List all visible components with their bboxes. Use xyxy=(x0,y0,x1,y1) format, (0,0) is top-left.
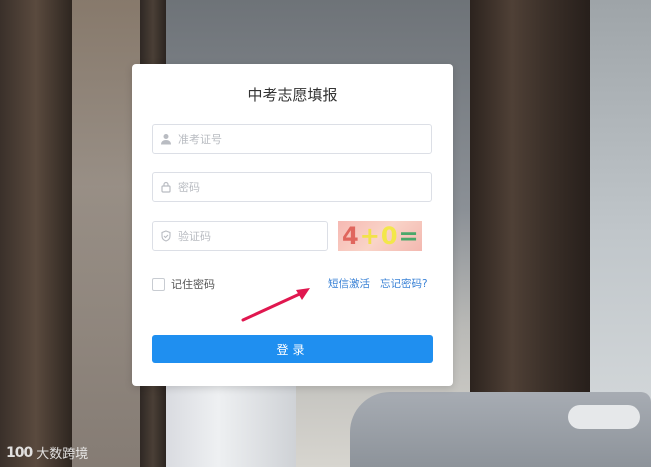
lock-icon xyxy=(156,181,176,193)
forgot-password-link[interactable]: 忘记密码? xyxy=(380,276,428,291)
watermark: 100 大数跨境 xyxy=(6,443,89,463)
captcha-char: = xyxy=(398,222,420,250)
captcha-char: 0 xyxy=(380,222,399,250)
password-field[interactable] xyxy=(152,172,432,202)
ticket-number-field[interactable] xyxy=(152,124,432,154)
remember-checkbox[interactable] xyxy=(152,277,165,291)
captcha-text: 4+0= xyxy=(342,222,420,250)
sms-activate-link[interactable]: 短信激活 xyxy=(328,276,370,291)
background-frame-left xyxy=(0,0,72,467)
annotation-arrow-icon xyxy=(241,288,310,322)
remember-label: 记住密码 xyxy=(171,278,215,291)
remember-password[interactable]: 记住密码 xyxy=(152,276,215,292)
password-input[interactable] xyxy=(176,173,431,201)
background-curtain xyxy=(166,380,296,467)
captcha-image[interactable]: 4+0= xyxy=(338,221,422,251)
ticket-number-input[interactable] xyxy=(176,125,431,153)
auth-links: 短信激活 忘记密码? xyxy=(328,276,428,291)
captcha-field[interactable] xyxy=(152,221,328,251)
watermark-text: 大数跨境 xyxy=(36,447,89,462)
captcha-input[interactable] xyxy=(176,222,327,250)
watermark-logo: 100 xyxy=(6,444,33,461)
captcha-char: 4 xyxy=(342,222,360,250)
background-bench-handle xyxy=(568,405,640,429)
background-window xyxy=(72,0,140,467)
user-icon xyxy=(156,133,176,145)
login-button[interactable]: 登录 xyxy=(152,335,433,363)
captcha-char: + xyxy=(359,222,381,250)
shield-icon xyxy=(156,230,176,242)
background-bench xyxy=(350,392,651,467)
page-title: 中考志愿填报 xyxy=(247,86,338,104)
login-card: 中考志愿填报 4+0= 记住密码 短信激活 忘记密码? 登录 xyxy=(132,64,453,386)
